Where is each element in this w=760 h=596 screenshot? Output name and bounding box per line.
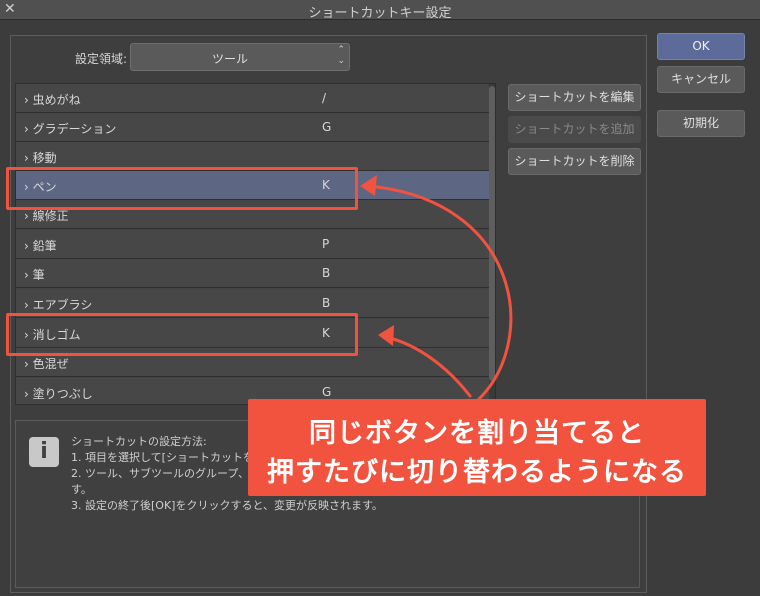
annotation-callout: 同じボタンを割り当てると 押すたびに切り替わるようになる: [248, 399, 706, 496]
arrowhead-eraser-icon: [378, 325, 394, 346]
arrow-to-pen: [366, 184, 513, 402]
callout-line-2: 押すたびに切り替わるようになる: [267, 457, 687, 488]
callout-line-1: 同じボタンを割り当てると: [309, 418, 645, 449]
arrowhead-pen-icon: [360, 175, 377, 196]
arrow-to-eraser: [384, 335, 472, 398]
annotation-arrows: [360, 175, 513, 402]
